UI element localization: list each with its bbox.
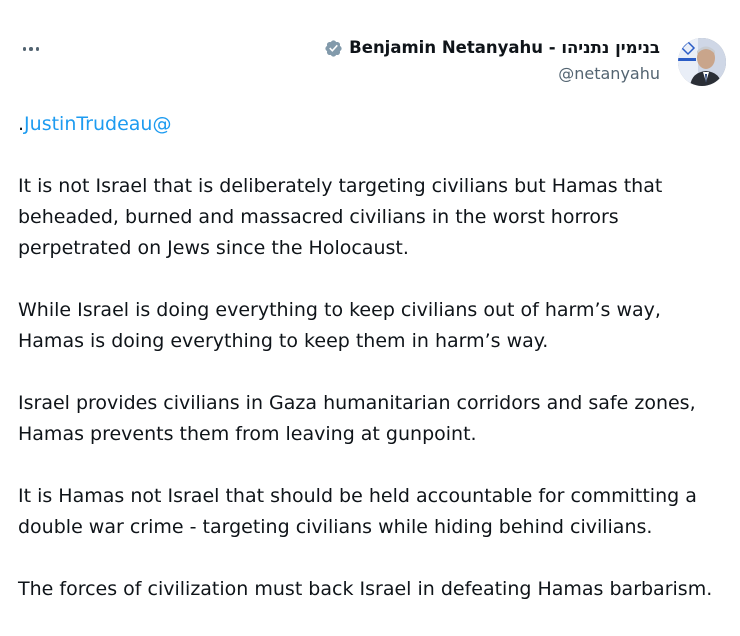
mention-link[interactable]: @JustinTrudeau xyxy=(24,113,171,135)
tweet-card: Benjamin Netanyahu - בנימין נתניהו @neta… xyxy=(0,0,740,606)
tweet-text: @JustinTrudeau. It is not Israel that is… xyxy=(18,109,730,636)
tweet-paragraph: Israel provides civilians in Gaza humani… xyxy=(18,392,696,445)
avatar-image xyxy=(678,38,726,86)
more-dot xyxy=(35,47,40,51)
more-options-icon[interactable] xyxy=(20,38,42,60)
tweet-paragraph: It is Hamas not Israel that should be he… xyxy=(18,485,697,538)
tweet-paragraph: While Israel is doing everything to keep… xyxy=(18,299,661,352)
author-display-name[interactable]: Benjamin Netanyahu - בנימין נתניהו xyxy=(349,36,660,60)
tweet-paragraph: The forces of civilization must back Isr… xyxy=(18,578,713,600)
author-block: Benjamin Netanyahu - בנימין נתניהו @neta… xyxy=(324,36,660,85)
more-dot xyxy=(22,47,27,51)
profile-avatar[interactable] xyxy=(678,38,726,86)
verified-badge-icon xyxy=(325,39,342,57)
author-name-row: Benjamin Netanyahu - בנימין נתניהו xyxy=(324,36,660,60)
author-handle[interactable]: @netanyahu xyxy=(324,63,660,85)
mention-line: @JustinTrudeau. xyxy=(18,109,730,140)
more-dot xyxy=(29,47,33,51)
tweet-paragraph: It is not Israel that is deliberately ta… xyxy=(18,175,663,259)
